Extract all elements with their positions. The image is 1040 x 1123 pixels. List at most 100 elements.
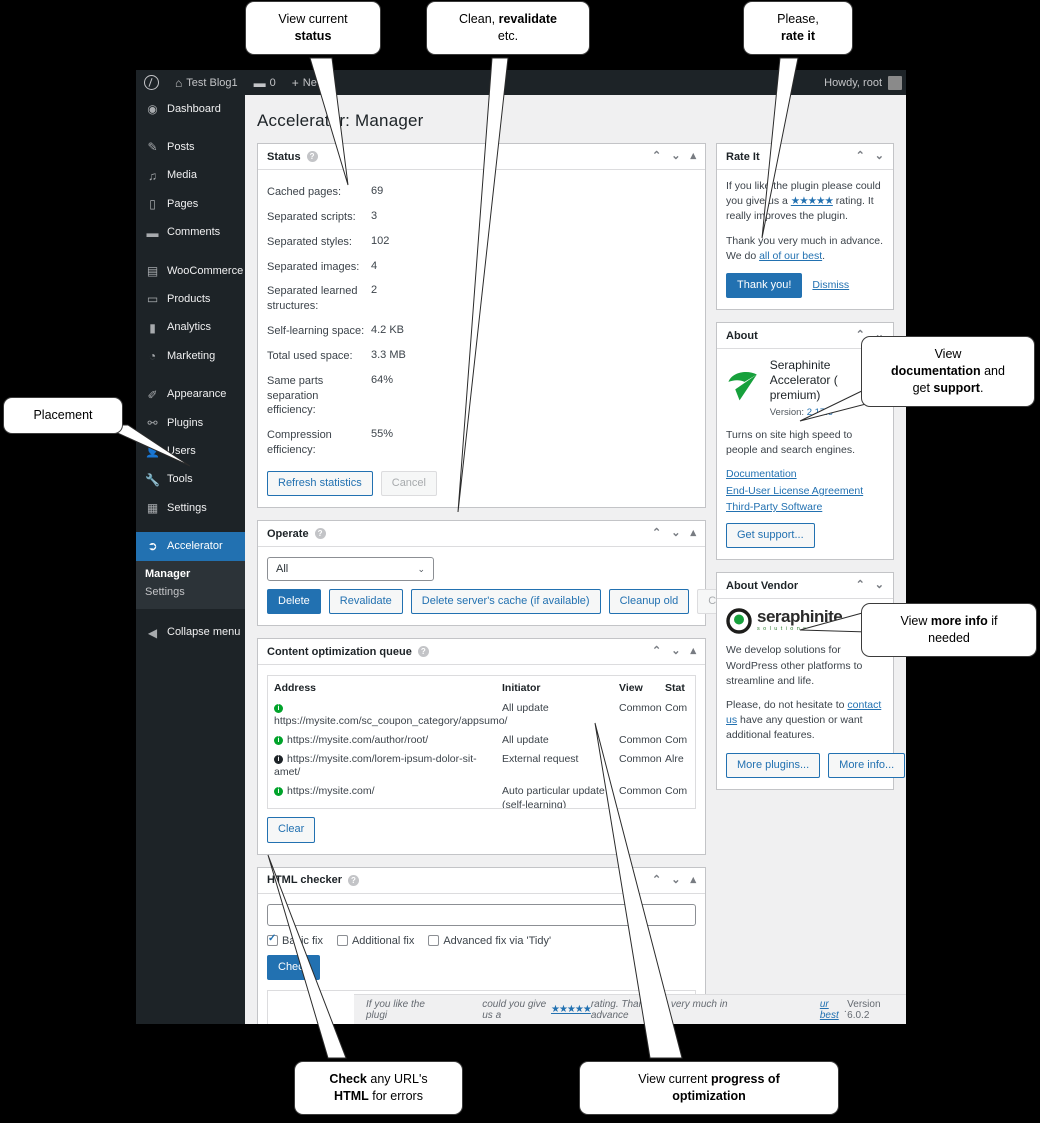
move-down-icon[interactable]: ⌄ (671, 874, 680, 886)
sidebar-subitem-settings[interactable]: Settings (136, 583, 245, 601)
help-icon[interactable]: ? (417, 646, 429, 658)
collapse-panel-icon[interactable]: ▴ (690, 874, 696, 886)
move-down-icon[interactable]: ⌄ (671, 646, 680, 657)
documentation-link[interactable]: Documentation (726, 467, 884, 482)
content-optimization-queue-panel: Content optimization queue ? ⌃ ⌄ ▴ Addre… (257, 638, 706, 855)
callout-docs-line3c: . (979, 380, 984, 395)
move-up-icon[interactable]: ⌃ (652, 646, 661, 657)
move-down-icon[interactable]: ⌄ (671, 151, 680, 162)
marketing-icon: ◔ (148, 349, 157, 364)
vendor-text-1: We develop solutions for WordPress other… (726, 644, 863, 687)
sidebar-item-comments[interactable]: ▬ Comments (136, 219, 245, 247)
move-down-icon[interactable]: ⌄ (875, 580, 884, 591)
collapse-menu-button[interactable]: ◀ Collapse menu (136, 619, 245, 647)
get-support-button[interactable]: Get support... (726, 523, 815, 549)
callout-html-b: any URL's (366, 1072, 428, 1086)
sidebar-item-accelerator[interactable]: ➲ Accelerator (136, 532, 245, 561)
new-content-menu[interactable]: + New (284, 70, 333, 95)
sidebar-item-appearance[interactable]: ✐ Appearance (136, 381, 245, 409)
refresh-statistics-button[interactable]: Refresh statistics (267, 470, 373, 497)
sidebar-item-label: Posts (167, 140, 195, 153)
delete-button[interactable]: Delete (267, 589, 321, 615)
site-name-menu[interactable]: ⌂ Test Blog1 (167, 70, 246, 95)
column-header-initiator: Initiator (502, 682, 541, 695)
collapse-panel-icon[interactable]: ▴ (690, 151, 696, 162)
move-up-icon[interactable]: ⌃ (856, 151, 865, 162)
sidebar-item-dashboard[interactable]: ◉ Dashboard (136, 95, 245, 123)
help-icon[interactable]: ? (306, 151, 318, 162)
footer-rating-stars[interactable]: ★★★★★ (551, 1004, 592, 1015)
seraphinite-accelerator-logo-icon (728, 372, 757, 401)
move-down-icon[interactable]: ⌄ (671, 528, 680, 539)
status-row-value: 102 (371, 234, 390, 247)
rating-stars[interactable]: ★★★★★ (791, 195, 834, 207)
table-row: i https://mysite.com/sc_coupon_category/a… (268, 699, 695, 731)
third-party-software-link[interactable]: Third-Party Software (726, 500, 884, 515)
account-menu[interactable]: Howdy, root (824, 75, 906, 90)
sidebar-item-analytics[interactable]: ▮ Analytics (136, 314, 245, 342)
basic-fix-checkbox[interactable] (267, 933, 278, 947)
collapse-panel-icon[interactable]: ▴ (690, 528, 696, 539)
queue-table: Address Initiator View Stat ihttps://mys… (268, 676, 695, 808)
accelerator-icon: ➲ (147, 539, 158, 554)
revalidate-button[interactable]: Revalidate (328, 589, 403, 615)
basic-fix-label: Basic fix (282, 934, 323, 947)
more-info-button[interactable]: More info... (828, 752, 906, 778)
avatar (888, 75, 902, 90)
html-checker-url-input[interactable] (267, 903, 696, 926)
comments-menu[interactable]: ▬ 0 (246, 70, 284, 95)
collapse-panel-icon[interactable]: ▴ (690, 646, 696, 657)
sidebar-subitem-manager[interactable]: Manager (136, 565, 245, 583)
about-description: Turns on site high speed to people and s… (726, 429, 856, 457)
sidebar-item-products[interactable]: ▭ Products (136, 285, 245, 313)
callout-docs-line1: View (934, 347, 962, 361)
collapse-icon: ◀ (147, 625, 158, 640)
collapse-menu-label: Collapse menu (167, 626, 241, 639)
operate-scope-select[interactable]: All ⌄ (267, 557, 434, 582)
move-up-icon[interactable]: ⌃ (856, 580, 865, 591)
sidebar-item-tools[interactable]: 🔧 Tools (136, 466, 245, 494)
sidebar-item-plugins[interactable]: ⚯ Plugins (136, 409, 245, 437)
callout-prog-b: progress of (710, 1072, 780, 1086)
cleanup-old-button[interactable]: Cleanup old (608, 589, 690, 615)
all-of-our-best-link[interactable]: all of our best (759, 250, 822, 262)
thank-you-button[interactable]: Thank you! (726, 273, 803, 299)
sidebar-item-users[interactable]: 👤 Users (136, 437, 245, 465)
footer-best-link[interactable]: ur best (820, 999, 845, 1021)
help-icon[interactable]: ? (348, 874, 359, 886)
status-row: Cached pages: 69 (267, 180, 696, 205)
queue-table-scroll[interactable]: Address Initiator View Stat ihttps://mys… (267, 675, 696, 810)
sidebar-item-posts[interactable]: ✎ Posts (136, 133, 245, 161)
help-icon[interactable]: ? (314, 528, 326, 540)
delete-server-cache-button[interactable]: Delete server's cache (if available) (410, 589, 601, 615)
check-button[interactable]: Check (267, 954, 321, 980)
sidebar-item-marketing[interactable]: ◔ Marketing (136, 342, 245, 370)
move-down-icon[interactable]: ⌄ (875, 151, 884, 162)
move-up-icon[interactable]: ⌃ (652, 151, 661, 162)
more-plugins-button[interactable]: More plugins... (726, 752, 821, 778)
move-up-icon[interactable]: ⌃ (652, 874, 661, 886)
wp-logo-button[interactable] (136, 70, 167, 95)
status-row: Compression efficiency: 55% (267, 423, 696, 463)
comment-icon: ▬ (146, 225, 159, 240)
sidebar-item-media[interactable]: ♫ Media (136, 162, 245, 190)
callout-prog-a: View current (638, 1072, 711, 1086)
sidebar-item-settings[interactable]: ▦ Settings (136, 494, 245, 522)
callout-documentation: View documentation and get support. (862, 337, 1034, 406)
additional-fix-checkbox[interactable] (336, 935, 348, 947)
sidebar-item-pages[interactable]: ▯ Pages (136, 190, 245, 218)
dismiss-link[interactable]: Dismiss (812, 278, 849, 293)
row-status: Com (665, 785, 688, 798)
clear-queue-button[interactable]: Clear (267, 817, 316, 843)
move-up-icon[interactable]: ⌃ (652, 528, 661, 539)
eula-link[interactable]: End-User License Agreement (726, 484, 884, 499)
status-row-key: Same parts separation efficiency: (267, 374, 324, 417)
advanced-fix-checkbox[interactable] (428, 935, 440, 947)
sidebar-item-woocommerce[interactable]: ▤ WooCommerce (136, 257, 245, 285)
woocommerce-icon: ▤ (146, 263, 159, 278)
rate-it-panel: Rate It ⌃ ⌄ If you like the plugin pleas… (716, 143, 894, 311)
howdy-label: Howdy, root (824, 76, 882, 89)
status-row-value: 2 (371, 284, 378, 297)
home-icon: ⌂ (175, 75, 183, 90)
callout-docs-line2: documentation (891, 363, 981, 378)
